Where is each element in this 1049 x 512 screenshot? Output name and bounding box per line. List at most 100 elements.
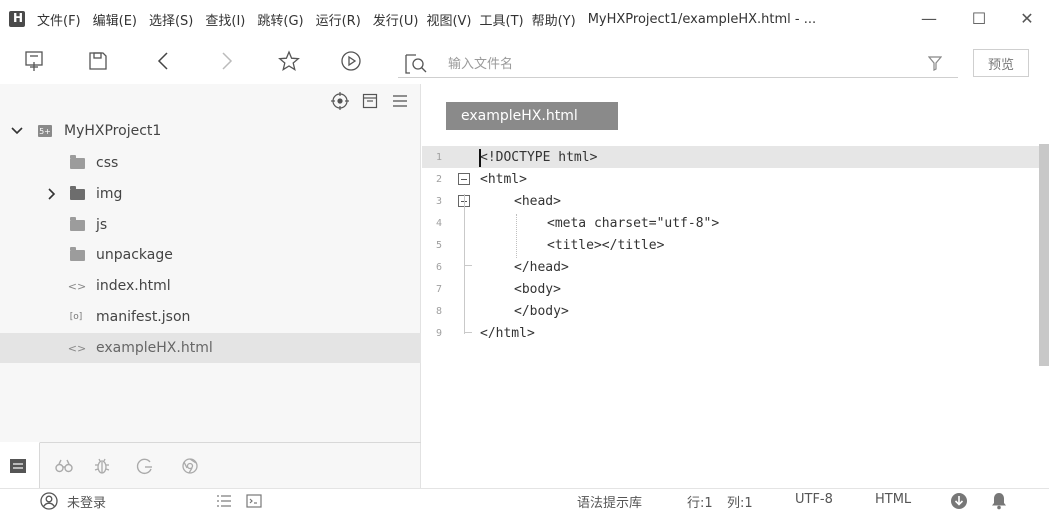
window-title: MyHXProject1/exampleHX.html - ... (587, 11, 817, 27)
code-text: <meta charset="utf-8"> (547, 215, 720, 231)
line-number: 4 (436, 217, 443, 229)
minimize-button[interactable]: — (917, 6, 941, 30)
filter-icon[interactable] (927, 55, 943, 75)
chevron-down-icon[interactable] (10, 124, 24, 138)
tree-item-label: manifest.json (96, 309, 191, 325)
menu-edit[interactable]: 编辑(E) (93, 10, 137, 29)
code-line[interactable]: 2 <html> (422, 168, 1040, 190)
maximize-button[interactable]: ☐ (967, 6, 991, 30)
file-search-input[interactable] (448, 52, 848, 76)
notification-bell-icon[interactable] (990, 492, 1008, 510)
toolbar: 预览 (0, 38, 1049, 84)
back-icon[interactable] (150, 48, 176, 74)
browser-icon[interactable] (181, 457, 199, 475)
line-number: 7 (436, 283, 443, 295)
menu-run[interactable]: 运行(R) (316, 10, 361, 29)
tree-item-css[interactable]: css (0, 148, 421, 178)
code-text: <title></title> (547, 237, 665, 253)
terminal-icon[interactable] (245, 492, 263, 510)
run-icon[interactable] (338, 48, 364, 74)
tree-item-label: css (96, 155, 119, 171)
tree-project-root[interactable]: 5+ MyHXProject1 (0, 116, 421, 146)
line-number: 1 (436, 151, 443, 163)
chevron-right-icon[interactable] (45, 187, 59, 201)
html-file-icon: <> (67, 341, 87, 355)
git-icon[interactable] (136, 457, 154, 475)
menu-file[interactable]: 文件(F) (37, 10, 81, 29)
menu-find[interactable]: 查找(I) (205, 10, 245, 29)
menu-help[interactable]: 帮助(Y) (532, 10, 576, 29)
tab-examplehx-html[interactable]: exampleHX.html (446, 102, 618, 130)
tree-item-label: index.html (96, 278, 171, 294)
locate-icon[interactable] (331, 92, 349, 110)
menu-select[interactable]: 选择(S) (149, 10, 193, 29)
menu-icon[interactable] (391, 92, 409, 110)
project-icon: 5+ (38, 125, 52, 137)
code-line[interactable]: 7 <body> (422, 278, 1040, 300)
folder-icon (69, 216, 85, 233)
code-text: <html> (480, 171, 527, 187)
binoculars-icon[interactable] (55, 457, 73, 475)
code-line[interactable]: 3 <head> (422, 190, 1040, 212)
code-text: <body> (514, 281, 561, 297)
vertical-scrollbar[interactable] (1039, 144, 1049, 366)
debug-icon[interactable] (93, 457, 111, 475)
folder-icon (69, 185, 85, 202)
indent-guide (516, 214, 517, 258)
line-number: 2 (436, 173, 443, 185)
menu-publish[interactable]: 发行(U) (373, 10, 419, 29)
tree-item-label: exampleHX.html (96, 340, 213, 356)
menu-tools[interactable]: 工具(T) (480, 10, 524, 29)
tree-item-img[interactable]: img (0, 179, 421, 209)
code-text: </html> (480, 325, 535, 341)
code-text: <!DOCTYPE html> (480, 149, 598, 165)
code-text: </head> (514, 259, 569, 275)
save-icon[interactable] (85, 48, 111, 74)
tree-item-label: js (96, 217, 108, 233)
code-line[interactable]: 8 </body> (422, 300, 1040, 322)
tree-item-label: unpackage (96, 247, 173, 263)
code-line[interactable]: 1 <!DOCTYPE html> (422, 146, 1040, 168)
code-line[interactable]: 9 </html> (422, 322, 1040, 344)
tree-item-examplehx-html[interactable]: <> exampleHX.html (0, 333, 421, 363)
menu-goto[interactable]: 跳转(G) (257, 10, 303, 29)
user-avatar-icon[interactable] (40, 492, 58, 510)
fold-end-marker (464, 265, 472, 266)
fold-guide-line (464, 194, 465, 334)
line-number: 8 (436, 305, 443, 317)
status-bar: 未登录 语法提示库 行:1 列:1 UTF-8 HTML (0, 488, 1049, 512)
sidebar-bottom-tabs (0, 442, 421, 489)
language-selector[interactable]: HTML (875, 492, 911, 507)
code-text: <head> (514, 193, 561, 209)
file-search-box (398, 52, 958, 78)
folder-icon (69, 154, 85, 171)
login-status[interactable]: 未登录 (67, 492, 106, 511)
text-cursor (479, 149, 481, 167)
download-icon[interactable] (950, 492, 968, 510)
code-line[interactable]: 4 <meta charset="utf-8"> (422, 212, 1040, 234)
code-editor[interactable]: exampleHX.html 1 <!DOCTYPE html> 2 <html… (422, 84, 1049, 488)
project-tab-icon[interactable] (9, 457, 27, 475)
title-menu-bar: 文件(F) 编辑(E) 选择(S) 查找(I) 跳转(G) 运行(R) 发行(U… (0, 0, 1049, 38)
outline-icon[interactable] (215, 492, 233, 510)
tree-item-unpackage[interactable]: unpackage (0, 240, 421, 270)
collapse-all-icon[interactable] (361, 92, 379, 110)
preview-button[interactable]: 预览 (973, 49, 1029, 77)
fold-toggle-icon[interactable] (458, 173, 470, 185)
tree-item-manifest-json[interactable]: [o] manifest.json (0, 302, 421, 332)
star-icon[interactable] (276, 48, 302, 74)
code-line[interactable]: 5 <title></title> (422, 234, 1040, 256)
new-file-icon[interactable] (21, 48, 47, 74)
tree-item-index-html[interactable]: <> index.html (0, 271, 421, 301)
code-line[interactable]: 6 </head> (422, 256, 1040, 278)
forward-icon[interactable] (214, 48, 240, 74)
tree-item-js[interactable]: js (0, 210, 421, 240)
app-logo-icon (9, 11, 25, 27)
encoding-selector[interactable]: UTF-8 (795, 492, 833, 507)
close-button[interactable]: ✕ (1015, 6, 1039, 30)
fold-end-marker (464, 332, 472, 333)
tree-item-label: img (96, 186, 123, 202)
syntax-library-button[interactable]: 语法提示库 (577, 492, 642, 511)
project-name: MyHXProject1 (64, 123, 162, 139)
menu-view[interactable]: 视图(V) (426, 10, 471, 29)
